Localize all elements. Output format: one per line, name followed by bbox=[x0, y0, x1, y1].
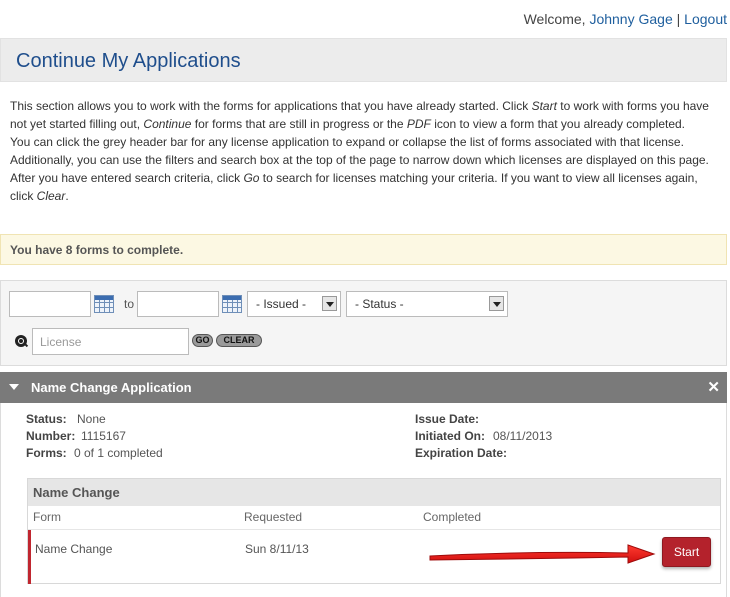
to-date-input[interactable] bbox=[137, 291, 219, 317]
intro-emphasis-clear: Clear bbox=[36, 189, 66, 203]
intro-emphasis-go: Go bbox=[243, 171, 260, 185]
status-row: Status: None bbox=[26, 411, 163, 428]
clear-button[interactable]: CLEAR bbox=[216, 334, 262, 347]
page-header: Continue My Applications bbox=[0, 38, 727, 82]
status-select-value: - Status - bbox=[355, 297, 404, 311]
forms-row: Forms: 0 of 1 completed bbox=[26, 445, 163, 462]
forms-label: Forms: bbox=[26, 446, 67, 460]
intro-text-segment: . bbox=[65, 189, 69, 203]
annotation-arrow bbox=[429, 544, 656, 564]
initiated-value: 08/11/2013 bbox=[493, 429, 553, 443]
search-icon bbox=[15, 335, 27, 347]
go-button[interactable]: GO bbox=[192, 334, 213, 347]
status-label: Status: bbox=[26, 412, 67, 426]
number-row: Number: 1115167 bbox=[26, 428, 163, 445]
logout-link[interactable]: Logout bbox=[684, 11, 727, 27]
intro-text-segment: for forms that are still in progress or … bbox=[191, 117, 407, 131]
intro-paragraph-2: You can click the grey header bar for an… bbox=[10, 133, 715, 205]
collapse-caret-icon[interactable] bbox=[9, 384, 19, 390]
issue-date-row: Issue Date: bbox=[415, 411, 552, 428]
intro-text: This section allows you to work with the… bbox=[10, 97, 715, 205]
close-icon[interactable]: ✕ bbox=[707, 378, 720, 396]
intro-emphasis-continue: Continue bbox=[143, 117, 192, 131]
initiated-row: Initiated On: 08/11/2013 bbox=[415, 428, 552, 445]
number-label: Number: bbox=[26, 429, 76, 443]
number-value: 1115167 bbox=[81, 429, 126, 443]
expiration-row: Expiration Date: bbox=[415, 445, 552, 462]
calendar-icon[interactable] bbox=[222, 295, 242, 313]
chevron-down-icon bbox=[489, 296, 504, 311]
initiated-label: Initiated On: bbox=[415, 429, 485, 443]
intro-emphasis-start: Start bbox=[531, 99, 557, 113]
chevron-down-icon bbox=[322, 296, 337, 311]
date-range-to-label: to bbox=[124, 297, 135, 311]
application-meta-right: Issue Date: Initiated On: 08/11/2013 Expi… bbox=[415, 411, 552, 462]
intro-text-segment: icon to view a form that you already com… bbox=[430, 117, 686, 131]
from-date-input[interactable] bbox=[9, 291, 91, 317]
issued-select[interactable]: - Issued - bbox=[247, 291, 341, 317]
intro-text-segment: This section allows you to work with the… bbox=[10, 99, 532, 113]
issue-date-label: Issue Date: bbox=[415, 412, 480, 426]
application-title: Name Change Application bbox=[31, 380, 192, 395]
form-name-cell: Name Change bbox=[35, 542, 113, 556]
user-greeting: Welcome, Johnny Gage | Logout bbox=[524, 11, 727, 27]
forms-panel: Name Change Form Requested Completed Nam… bbox=[27, 478, 721, 584]
issued-select-value: - Issued - bbox=[256, 297, 307, 311]
column-header-form: Form bbox=[33, 510, 61, 524]
column-header-requested: Requested bbox=[244, 510, 303, 524]
page-title: Continue My Applications bbox=[16, 50, 241, 72]
application-meta-left: Status: None Number: 1115167 Forms: 0 of 1 … bbox=[26, 411, 163, 462]
forms-value: 0 of 1 completed bbox=[74, 446, 163, 460]
status-select[interactable]: - Status - bbox=[346, 291, 508, 317]
requested-date-cell: Sun 8/11/13 bbox=[245, 542, 309, 556]
application-header-bar[interactable]: Name Change Application ✕ bbox=[0, 372, 727, 403]
start-form-button[interactable]: Start bbox=[662, 537, 711, 567]
status-value: None bbox=[77, 412, 106, 426]
notice-text: You have 8 forms to complete. bbox=[10, 243, 184, 257]
intro-paragraph-1: This section allows you to work with the… bbox=[10, 97, 715, 133]
expiration-label: Expiration Date: bbox=[415, 446, 508, 460]
forms-group-header[interactable]: Name Change bbox=[28, 479, 720, 506]
separator: | bbox=[676, 11, 681, 27]
user-name-link[interactable]: Johnny Gage bbox=[589, 11, 672, 27]
calendar-icon[interactable] bbox=[94, 295, 114, 313]
column-header-completed: Completed bbox=[423, 510, 482, 524]
intro-emphasis-pdf: PDF bbox=[406, 117, 431, 131]
annotation-arrow-shape bbox=[429, 544, 656, 564]
welcome-text: Welcome, bbox=[523, 11, 586, 27]
license-search-input[interactable]: License bbox=[32, 328, 189, 355]
forms-count-notice: You have 8 forms to complete. bbox=[0, 234, 727, 265]
